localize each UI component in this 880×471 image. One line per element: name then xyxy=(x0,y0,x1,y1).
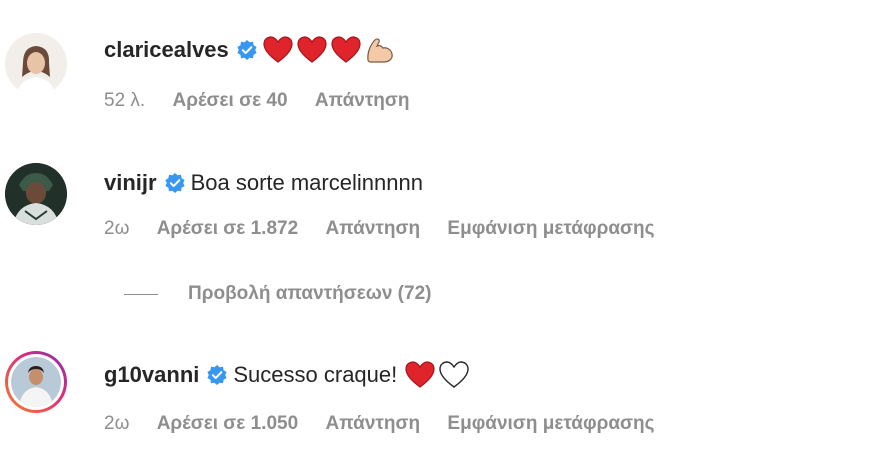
red-heart-icon xyxy=(297,36,327,64)
comment-time: 2ω xyxy=(104,413,130,434)
comment-text: Sucesso craque! xyxy=(233,362,398,387)
red-heart-icon xyxy=(263,36,293,64)
replies-divider xyxy=(124,293,158,295)
view-replies-label: Προβολή απαντήσεων (72) xyxy=(188,283,432,304)
see-translation-button[interactable]: Εμφάνιση μετάφρασης xyxy=(447,218,654,239)
comment-line: vinijr Boa sorte marcelinnnnn xyxy=(104,170,423,196)
reply-button[interactable]: Απάντηση xyxy=(325,413,420,434)
view-replies-button[interactable]: Προβολή απαντήσεων (72) xyxy=(124,283,431,305)
username[interactable]: g10vanni xyxy=(104,362,199,388)
red-heart-icon xyxy=(405,361,435,389)
comment-meta: 52 λ. Αρέσει σε 40 Απάντηση xyxy=(104,90,432,112)
username[interactable]: claricealves xyxy=(104,37,229,63)
verified-badge-icon xyxy=(164,173,185,193)
verified-badge-icon xyxy=(207,365,227,385)
comment-time: 52 λ. xyxy=(104,90,146,111)
comment-time: 2ω xyxy=(104,218,130,239)
comment-text: Boa sorte marcelinnnnn xyxy=(190,170,423,195)
comment-meta: 2ω Αρέσει σε 1.050 Απάντηση Εμφάνιση μετ… xyxy=(104,413,677,435)
reply-button[interactable]: Απάντηση xyxy=(315,90,410,111)
likes-count[interactable]: Αρέσει σε 40 xyxy=(172,90,287,111)
comment-meta: 2ω Αρέσει σε 1.872 Απάντηση Εμφάνιση μετ… xyxy=(104,218,677,240)
avatar-with-story-ring[interactable] xyxy=(5,351,67,413)
avatar[interactable] xyxy=(5,163,67,225)
red-heart-icon xyxy=(331,36,361,64)
comment-line: g10vanni Sucesso craque! xyxy=(104,361,473,389)
reply-button[interactable]: Απάντηση xyxy=(325,218,420,239)
flexed-biceps-icon xyxy=(365,36,395,64)
likes-count[interactable]: Αρέσει σε 1.872 xyxy=(157,218,298,239)
verified-badge-icon xyxy=(237,40,257,60)
comment-line: claricealves xyxy=(104,36,399,64)
white-heart-icon xyxy=(439,361,469,389)
likes-count[interactable]: Αρέσει σε 1.050 xyxy=(157,413,298,434)
username[interactable]: vinijr xyxy=(104,170,157,196)
avatar[interactable] xyxy=(5,33,67,95)
see-translation-button[interactable]: Εμφάνιση μετάφρασης xyxy=(447,413,654,434)
